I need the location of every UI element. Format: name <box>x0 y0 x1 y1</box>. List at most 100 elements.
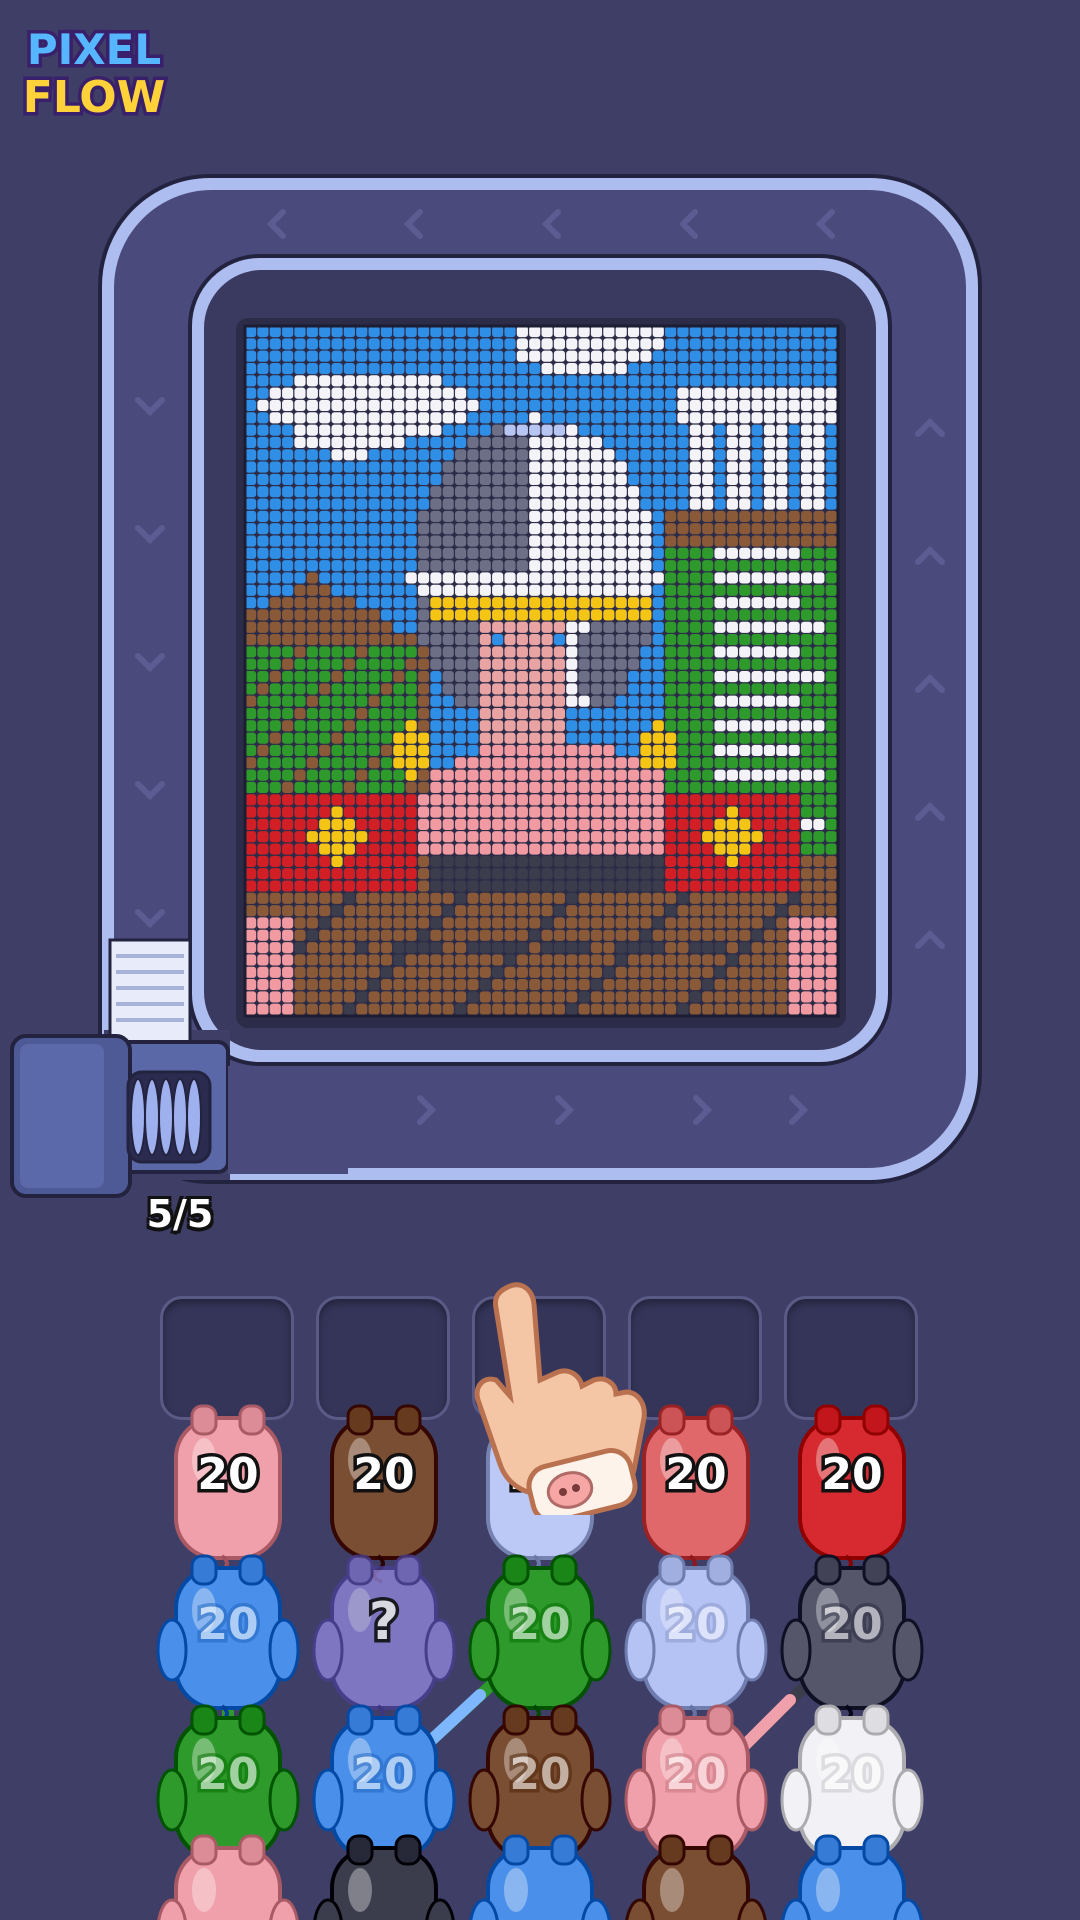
pixel-bead <box>590 523 603 535</box>
pixel-bead <box>702 412 714 424</box>
pixel-bead <box>541 510 553 522</box>
pixel-bead <box>442 597 454 609</box>
pixel-bead <box>590 473 603 485</box>
pixel-bead <box>417 942 430 954</box>
pixel-bead <box>714 781 726 794</box>
pixel-bead <box>726 966 738 978</box>
pixel-bead <box>813 683 825 695</box>
pig-shooter[interactable]: 20 <box>798 1404 906 1584</box>
pixel-bead <box>788 942 800 954</box>
pixel-bead <box>430 707 442 720</box>
pixel-bead <box>455 868 467 880</box>
pixel-bead <box>751 929 763 941</box>
pixel-bead <box>504 350 516 362</box>
pixel-bead <box>455 399 467 412</box>
pixel-bead <box>776 449 788 461</box>
pixel-bead <box>677 424 689 436</box>
pixel-bead <box>603 1003 615 1015</box>
pixel-bead <box>825 855 837 867</box>
pixel-bead <box>504 449 516 461</box>
pixel-bead <box>455 387 467 399</box>
pixel-bead <box>800 855 813 867</box>
pixel-bead <box>269 338 281 350</box>
pig-ear <box>862 1834 890 1866</box>
pixel-bead <box>442 498 454 510</box>
pixel-bead <box>813 658 825 670</box>
pixel-bead <box>726 868 738 880</box>
pixel-bead <box>417 375 430 387</box>
pixel-bead <box>652 436 664 449</box>
pixel-bead <box>541 966 553 978</box>
pixel-bead <box>726 942 738 954</box>
pixel-bead <box>405 831 417 843</box>
pixel-bead <box>467 547 479 559</box>
pixel-bead <box>627 720 640 732</box>
pig-shooter[interactable]: 20 <box>642 1404 750 1584</box>
pixel-bead <box>257 362 269 375</box>
pixel-bead <box>603 535 615 547</box>
pixel-bead <box>294 486 306 498</box>
pixel-bead <box>467 966 479 978</box>
pixel-bead <box>590 584 603 596</box>
pixel-bead <box>689 671 701 683</box>
pixel-bead <box>479 547 491 559</box>
pixel-bead <box>269 794 281 806</box>
pixel-bead <box>788 584 800 596</box>
pixel-bead <box>677 461 689 473</box>
pixel-bead <box>665 781 677 794</box>
pixel-bead <box>714 424 726 436</box>
pixel-bead <box>356 1003 368 1015</box>
pixel-bead <box>343 326 355 338</box>
pixel-bead <box>492 732 504 744</box>
pixel-bead <box>455 892 467 904</box>
pixel-bead <box>776 461 788 473</box>
pixel-bead <box>294 498 306 510</box>
pixel-bead <box>553 683 565 695</box>
pixel-bead <box>726 757 738 769</box>
pixel-bead <box>751 818 763 830</box>
pixel-bead <box>566 350 578 362</box>
pixel-bead <box>603 929 615 941</box>
pixel-bead <box>393 868 405 880</box>
pixel-bead <box>553 338 565 350</box>
pixel-bead <box>504 338 516 350</box>
pixel-bead <box>492 929 504 941</box>
pixel-bead <box>541 769 553 781</box>
pixel-bead <box>578 621 590 633</box>
pixel-bead <box>751 831 763 843</box>
pixel-bead <box>739 498 751 510</box>
pixel-bead <box>825 597 837 609</box>
pixel-bead <box>726 658 738 670</box>
pixel-bead <box>714 757 726 769</box>
pixel-bead <box>492 954 504 966</box>
pixel-bead <box>541 387 553 399</box>
pixel-bead <box>553 399 565 412</box>
pixel-bead <box>689 547 701 559</box>
pixel-bead <box>739 350 751 362</box>
pixel-bead <box>627 892 640 904</box>
pixel-bead <box>566 658 578 670</box>
pig-shooter[interactable]: 20 <box>330 1404 438 1584</box>
pixel-bead <box>726 436 738 449</box>
pixel-bead <box>726 412 738 424</box>
pixel-bead <box>417 671 430 683</box>
pixel-bead <box>603 387 615 399</box>
pixel-bead <box>590 707 603 720</box>
pixel-bead <box>405 942 417 954</box>
pixel-bead <box>566 461 578 473</box>
pixel-bead <box>331 498 343 510</box>
pixel-bead <box>343 806 355 818</box>
pixel-bead <box>417 954 430 966</box>
pixel-bead <box>380 473 393 485</box>
pixel-bead <box>319 806 331 818</box>
pixel-bead <box>467 362 479 375</box>
pixel-bead <box>689 399 701 412</box>
pixel-bead <box>257 806 269 818</box>
pixel-bead <box>319 634 331 646</box>
pixel-bead <box>615 535 627 547</box>
pixel-bead <box>578 412 590 424</box>
pixel-bead <box>245 486 257 498</box>
pixel-bead <box>689 658 701 670</box>
pixel-bead <box>393 461 405 473</box>
pig-shooter[interactable]: 20 <box>174 1404 282 1584</box>
